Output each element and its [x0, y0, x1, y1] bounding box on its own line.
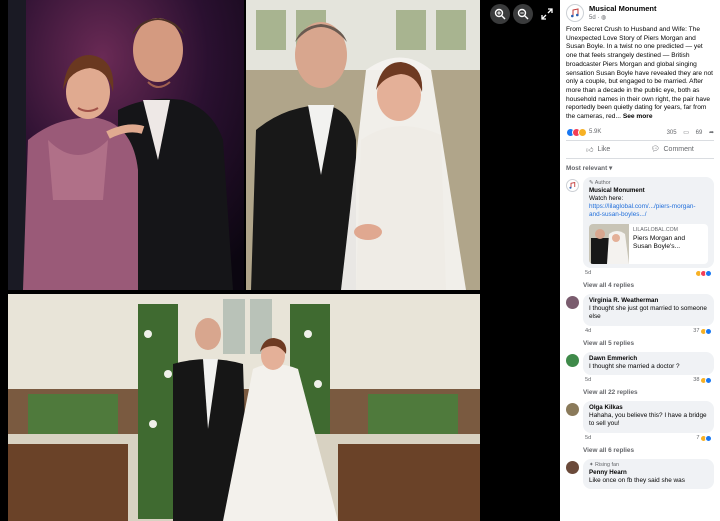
comment-item: ✦ Rising fan Penny Hearn Like once on fb…	[560, 457, 720, 491]
post-text: From Secret Crush to Husband and Wife: T…	[560, 24, 720, 122]
music-note-icon	[571, 8, 579, 18]
thumbs-up-icon: 👍︎	[586, 146, 594, 154]
comment-bubble: Olga Kilkas Hahaha, you believe this? I …	[583, 400, 714, 433]
commenter-avatar[interactable]	[566, 460, 579, 474]
author-badge-label: Author	[594, 179, 611, 186]
comment-item: Dawn Emmerich I thought she married a do…	[560, 350, 720, 386]
like-button[interactable]: 👍︎ Like	[586, 145, 610, 154]
globe-icon: ◍	[601, 15, 607, 21]
expand-button[interactable]	[537, 4, 557, 24]
comment-bubble: ✦ Rising fan Penny Hearn Like once on fb…	[583, 458, 714, 490]
commenter-name[interactable]: Dawn Emmerich	[589, 355, 708, 363]
photo-red-carpet[interactable]	[8, 0, 244, 290]
fan-badge-label: Rising fan	[595, 461, 619, 468]
zoom-in-button[interactable]	[490, 4, 510, 24]
comment-bubble: Dawn Emmerich I thought she married a do…	[583, 351, 714, 375]
page-name[interactable]: Musical Monument	[589, 4, 657, 13]
view-replies-link[interactable]: View all 4 replies	[560, 279, 720, 292]
comment-reactions[interactable]: 38	[693, 376, 712, 384]
comment-reaction-count: 37	[693, 328, 700, 335]
comment-time: 4d	[585, 328, 592, 335]
like-reaction-icon	[705, 434, 712, 442]
share-count[interactable]: 69	[696, 130, 703, 136]
comment-text: I thought she married a doctor ?	[589, 362, 680, 370]
photo-viewer	[0, 0, 560, 521]
commenter-avatar[interactable]	[566, 295, 579, 309]
screen: Musical Monument 5d · ◍ From Secret Crus…	[0, 0, 720, 521]
comment-text: I thought she just got married to someon…	[589, 304, 707, 321]
comment-text: Like once on fb they said she was	[589, 476, 685, 484]
see-more-link[interactable]: See more	[623, 113, 653, 120]
comment-item: Olga Kilkas Hahaha, you believe this? I …	[560, 399, 720, 444]
commenter-avatar[interactable]	[566, 353, 579, 367]
zoom-out-icon	[517, 8, 529, 20]
comment-link[interactable]: https://lilaglobal.com/.../piers-morgan-…	[589, 203, 708, 220]
comment-reaction-count: 38	[693, 377, 700, 384]
care-reaction-icon	[578, 127, 587, 137]
comment-bubble: Virginia R. Weatherman I thought she jus…	[583, 293, 714, 326]
comment-bubble: ✎ Author Musical Monument Watch here: ht…	[583, 176, 714, 268]
post-time: 5d ·	[589, 15, 602, 21]
comment-meta: 5d 38	[583, 375, 714, 384]
music-note-icon	[569, 181, 576, 189]
like-reaction-icon	[705, 269, 712, 277]
fan-badge: ✦ Rising fan	[589, 462, 708, 469]
like-reaction-icon	[705, 376, 712, 384]
page-avatar[interactable]	[566, 4, 584, 22]
commenter-name[interactable]: Olga Kilkas	[589, 404, 708, 412]
comment-reactions[interactable]: 37	[693, 327, 712, 335]
view-replies-link[interactable]: View all 6 replies	[560, 444, 720, 457]
comment-meta: 5d 7	[583, 433, 714, 442]
commenter-avatar[interactable]	[566, 402, 579, 416]
like-label: Like	[597, 145, 611, 153]
comment-time: 5d	[585, 435, 592, 442]
comment-meta: 4d 37	[583, 326, 714, 335]
post-actions: 👍︎ Like 💬︎ Comment	[566, 139, 714, 159]
share-count-icon: ➦	[708, 129, 714, 136]
comment-item: ✎ Author Musical Monument Watch here: ht…	[560, 175, 720, 279]
expand-icon	[541, 8, 553, 20]
comment-count[interactable]: 305	[667, 130, 677, 136]
comment-time: 5d	[585, 377, 592, 384]
comment-text: Watch here:	[589, 194, 624, 202]
post-header: Musical Monument 5d · ◍	[560, 0, 720, 24]
comment-reactions[interactable]: 7	[696, 434, 712, 442]
link-preview-card[interactable]: LILAGLOBAL.COM Piers Morgan and Susan Bo…	[589, 223, 708, 264]
comment-reactions[interactable]	[695, 269, 712, 277]
engagement-counts: 305 ▭ 69 ➦	[662, 129, 714, 136]
reaction-count: 5.9K	[589, 129, 602, 136]
comment-label: Comment	[663, 145, 694, 153]
chevron-down-icon: ▾	[608, 164, 613, 172]
post-meta: 5d · ◍	[589, 14, 657, 21]
comment-button[interactable]: 💬︎ Comment	[651, 145, 694, 154]
reactions-bar: 5.9K 305 ▭ 69 ➦	[560, 122, 720, 140]
link-preview-thumbnail	[589, 223, 629, 264]
post-body-text: From Secret Crush to Husband and Wife: T…	[566, 26, 713, 121]
commenter-avatar[interactable]	[566, 178, 579, 192]
photo-wedding-portrait[interactable]	[246, 0, 480, 290]
comment-reaction-count: 7	[696, 435, 700, 442]
link-domain: LILAGLOBAL.COM	[633, 226, 678, 233]
reaction-summary[interactable]: 5.9K	[566, 127, 602, 137]
comment-text: Hahaha, you believe this? I have a bridg…	[589, 411, 707, 428]
commenter-name[interactable]: Virginia R. Weatherman	[589, 297, 708, 305]
link-title: Piers Morgan and Susan Boyle's...	[633, 234, 686, 251]
commenter-name[interactable]: Musical Monument	[589, 187, 708, 195]
view-replies-link[interactable]: View all 22 replies	[560, 386, 720, 399]
zoom-in-icon	[494, 8, 506, 20]
zoom-out-button[interactable]	[513, 4, 533, 24]
commenter-name[interactable]: Penny Hearn	[589, 469, 708, 477]
comment-meta: 5d	[583, 268, 714, 277]
post-side-panel: Musical Monument 5d · ◍ From Secret Crus…	[560, 0, 720, 521]
comment-count-icon: ▭	[683, 129, 689, 136]
comment-icon: 💬︎	[650, 146, 660, 154]
comment-time: 5d	[585, 270, 592, 277]
author-badge: ✎ Author	[589, 180, 708, 187]
view-replies-link[interactable]: View all 5 replies	[560, 337, 720, 350]
like-reaction-icon	[705, 327, 712, 335]
comment-sort-label: Most relevant	[566, 164, 608, 172]
photo-church-wedding[interactable]	[8, 294, 480, 521]
comment-item: Virginia R. Weatherman I thought she jus…	[560, 292, 720, 337]
comment-sort-dropdown[interactable]: Most relevant ▾	[560, 159, 720, 175]
